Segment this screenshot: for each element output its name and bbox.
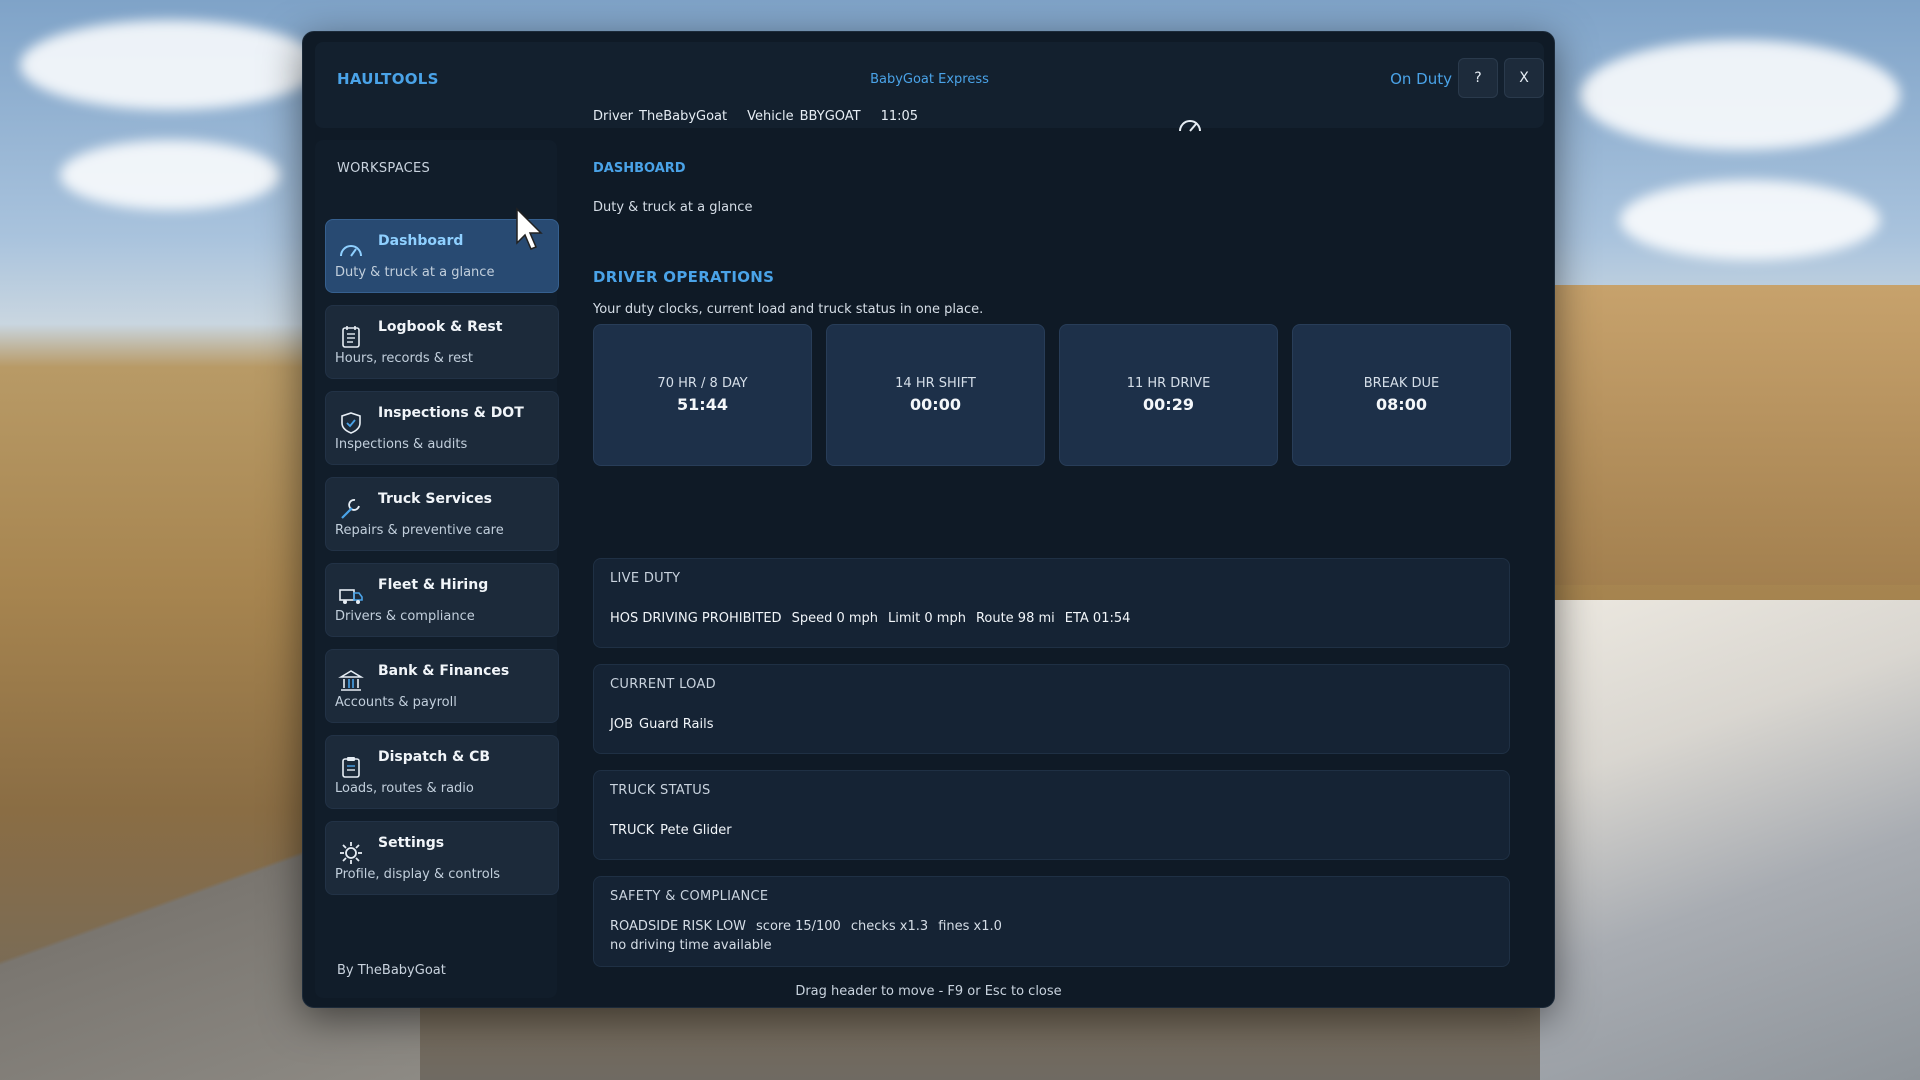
sidebar-item-title: Bank & Finances [378, 663, 510, 679]
sidebar-item-title: Dashboard [378, 233, 464, 249]
sidebar-item-title: Fleet & Hiring [378, 577, 489, 593]
sidebar-item-bank[interactable]: Bank & Finances Accounts & payroll [325, 649, 559, 723]
tile-11hr-drive: 11 HR DRIVE 00:29 [1059, 324, 1278, 466]
duty-status: On Duty [1390, 70, 1452, 88]
clock-time: 11:05 [880, 109, 919, 124]
roadside-risk: ROADSIDE RISK LOW [610, 919, 747, 934]
hos-status: HOS DRIVING PROHIBITED [610, 611, 782, 626]
clipboard-icon [342, 757, 360, 778]
sidebar-item-title: Settings [378, 835, 445, 851]
vehicle-value: BBYGOAT [799, 109, 861, 124]
safety-line: ROADSIDE RISK LOW score 15/100 checks x1… [610, 919, 1002, 934]
mouse-cursor-icon [516, 207, 543, 250]
truck-label: TRUCK [610, 823, 655, 838]
section-title: DRIVER OPERATIONS [593, 268, 775, 286]
current-load-line: JOB Guard Rails [610, 717, 714, 732]
tile-label: BREAK DUE [1363, 376, 1440, 391]
haultools-window: HAULTOOLS BabyGoat Express On Duty ? X D… [302, 31, 1555, 1008]
main-panel: DASHBOARD Duty & truck at a glance DRIVE… [581, 140, 1541, 998]
sidebar-item-subtitle: Duty & truck at a glance [335, 265, 495, 280]
company-name: BabyGoat Express [870, 72, 989, 87]
driver-value: TheBabyGoat [639, 109, 728, 124]
sidebar-item-subtitle: Drivers & compliance [335, 609, 475, 624]
live-duty-card: LIVE DUTY HOS DRIVING PROHIBITED Speed 0… [593, 558, 1510, 648]
sidebar-item-title: Truck Services [378, 491, 492, 507]
gauge-refresh-icon[interactable] [1176, 113, 1204, 141]
sidebar-item-fleet[interactable]: Fleet & Hiring Drivers & compliance [325, 563, 559, 637]
logbook-icon [342, 326, 360, 348]
sidebar: WORKSPACES Dashboard Duty & truck at a g… [315, 140, 559, 998]
current-load-card: CURRENT LOAD JOB Guard Rails [593, 664, 1510, 754]
sidebar-item-truck-services[interactable]: Truck Services Repairs & preventive care [325, 477, 559, 551]
bank-icon [338, 670, 364, 691]
tile-label: 70 HR / 8 DAY [657, 376, 748, 391]
limit-value: Limit 0 mph [888, 611, 966, 626]
gear-icon [340, 842, 362, 864]
job-value: Guard Rails [639, 717, 714, 732]
card-title: SAFETY & COMPLIANCE [610, 889, 769, 904]
fines-multiplier: fines x1.0 [938, 919, 1002, 934]
sidebar-item-subtitle: Loads, routes & radio [335, 781, 474, 796]
wrench-icon [341, 499, 360, 519]
sidebar-item-subtitle: Profile, display & controls [335, 867, 501, 882]
help-button[interactable]: ? [1458, 58, 1498, 98]
sidebar-item-logbook[interactable]: Logbook & Rest Hours, records & rest [325, 305, 559, 379]
route-value: Route 98 mi [975, 611, 1055, 626]
tile-value: 00:29 [1143, 395, 1194, 414]
safety-note: no driving time available [610, 938, 772, 953]
card-title: TRUCK STATUS [610, 783, 711, 798]
truck-status-line: TRUCK Pete Glider [610, 823, 732, 838]
sidebar-item-title: Inspections & DOT [378, 405, 524, 421]
tile-value: 51:44 [677, 395, 728, 414]
sidebar-item-settings[interactable]: Settings Profile, display & controls [325, 821, 559, 895]
sidebar-item-dispatch[interactable]: Dispatch & CB Loads, routes & radio [325, 735, 559, 809]
author-byline: By TheBabyGoat [337, 963, 446, 978]
close-button[interactable]: X [1504, 58, 1544, 98]
vehicle-label: Vehicle [747, 109, 794, 124]
driver-label: Driver [593, 109, 634, 124]
card-title: CURRENT LOAD [610, 677, 716, 692]
sidebar-item-subtitle: Inspections & audits [335, 437, 468, 452]
tile-value: 00:00 [910, 395, 961, 414]
gauge-icon [340, 245, 362, 257]
job-label: JOB [610, 717, 633, 732]
page-title: DASHBOARD [593, 161, 686, 176]
sidebar-item-inspections[interactable]: Inspections & DOT Inspections & audits [325, 391, 559, 465]
sidebar-item-title: Logbook & Rest [378, 319, 503, 335]
shield-check-icon [341, 412, 361, 434]
checks-multiplier: checks x1.3 [850, 919, 929, 934]
risk-score: score 15/100 [756, 919, 841, 934]
safety-compliance-card: SAFETY & COMPLIANCE ROADSIDE RISK LOW sc… [593, 876, 1510, 967]
tile-14hr-shift: 14 HR SHIFT 00:00 [826, 324, 1045, 466]
truck-icon [339, 589, 363, 604]
info-bar: Driver TheBabyGoat Vehicle BBYGOAT 11:05 [593, 109, 918, 124]
duty-clock-tiles: 70 HR / 8 DAY 51:44 14 HR SHIFT 00:00 11… [593, 324, 1511, 466]
eta-value: ETA 01:54 [1064, 611, 1131, 626]
tile-break-due: BREAK DUE 08:00 [1292, 324, 1511, 466]
section-subtitle: Your duty clocks, current load and truck… [593, 302, 984, 317]
tile-label: 11 HR DRIVE [1126, 376, 1211, 391]
window-header[interactable]: HAULTOOLS BabyGoat Express On Duty ? X D… [315, 42, 1544, 128]
sidebar-item-subtitle: Repairs & preventive care [335, 523, 504, 538]
footer-hint: Drag header to move - F9 or Esc to close [795, 984, 1062, 999]
tile-label: 14 HR SHIFT [895, 376, 976, 391]
sidebar-item-title: Dispatch & CB [378, 749, 491, 765]
sidebar-item-subtitle: Hours, records & rest [335, 351, 473, 366]
tile-value: 08:00 [1376, 395, 1427, 414]
sidebar-title: WORKSPACES [337, 161, 431, 176]
speed-value: Speed 0 mph [791, 611, 879, 626]
sidebar-item-subtitle: Accounts & payroll [335, 695, 457, 710]
tile-70hr: 70 HR / 8 DAY 51:44 [593, 324, 812, 466]
page-subtitle: Duty & truck at a glance [593, 200, 753, 215]
truck-value: Pete Glider [660, 823, 732, 838]
card-title: LIVE DUTY [610, 571, 681, 586]
live-duty-line: HOS DRIVING PROHIBITED Speed 0 mph Limit… [610, 611, 1130, 626]
truck-status-card: TRUCK STATUS TRUCK Pete Glider [593, 770, 1510, 860]
